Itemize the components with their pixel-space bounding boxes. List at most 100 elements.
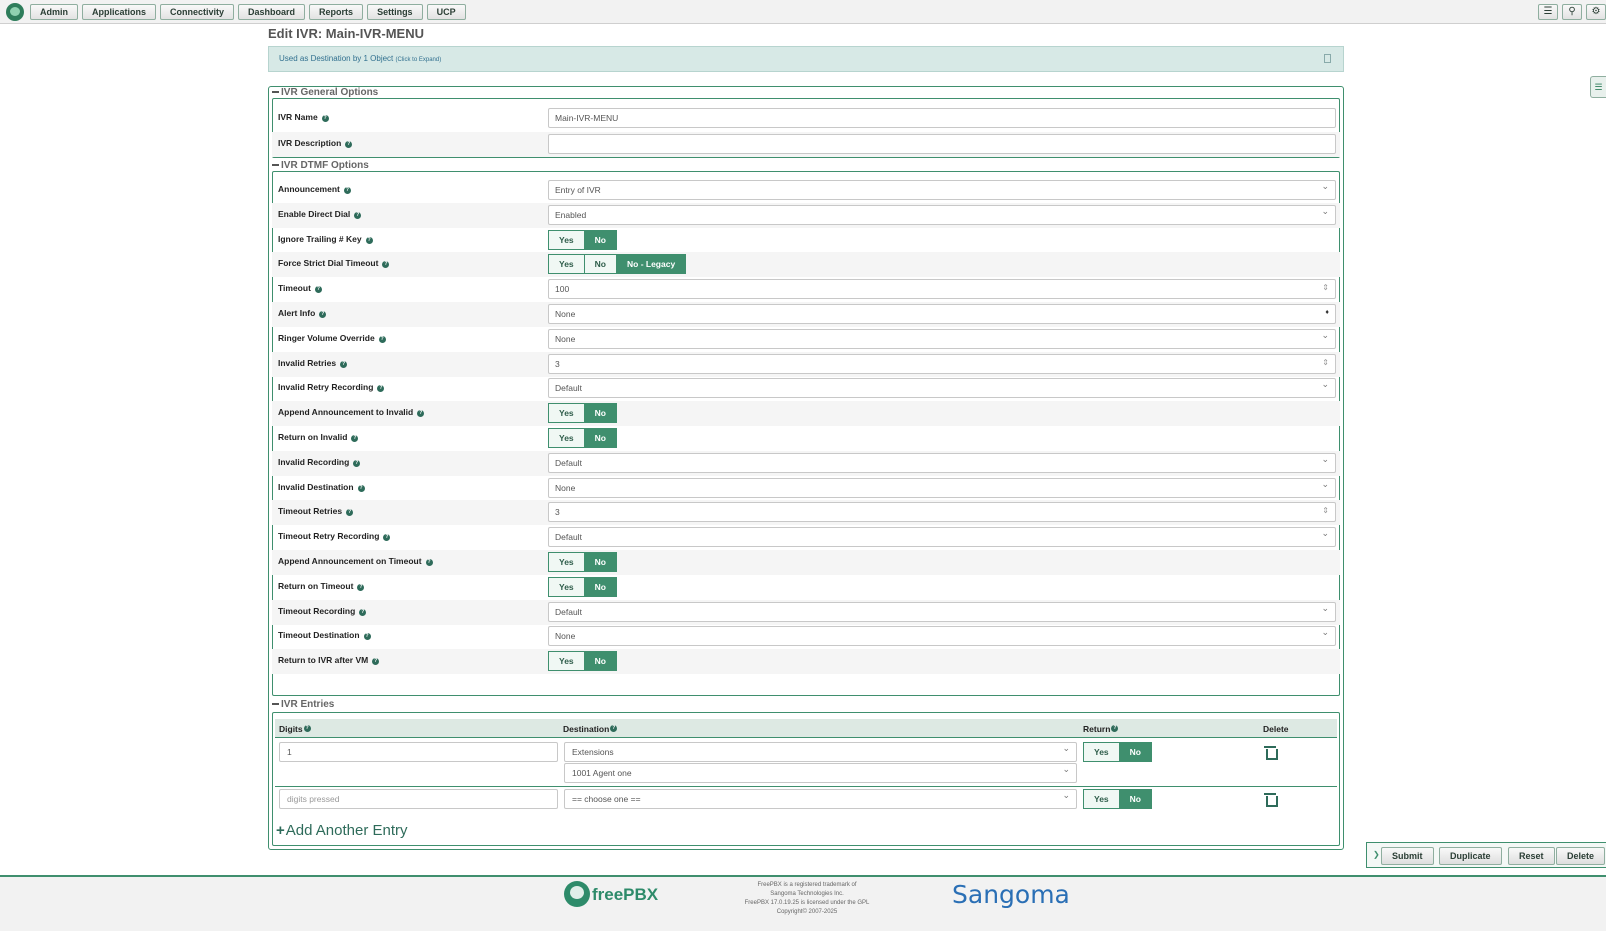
help-icon[interactable]: ?: [363, 633, 371, 640]
return-on-timeout-toggle[interactable]: Yes No: [548, 577, 617, 597]
submit-button[interactable]: Submit: [1381, 847, 1434, 865]
language-icon[interactable]: ☰: [1538, 4, 1558, 20]
help-icon[interactable]: ?: [354, 212, 362, 219]
reset-button[interactable]: Reset: [1508, 847, 1555, 865]
section-dtmf-options[interactable]: IVR DTMF Options: [272, 160, 371, 171]
timeout-input[interactable]: 100: [548, 279, 1336, 299]
help-icon[interactable]: ?: [351, 435, 359, 442]
invalid-retries-input[interactable]: 3: [548, 354, 1336, 374]
toggle-option-no-legacy[interactable]: No - Legacy: [617, 254, 687, 274]
help-icon[interactable]: ?: [417, 410, 425, 417]
help-icon[interactable]: ?: [357, 485, 365, 492]
menu-admin[interactable]: Admin: [30, 4, 78, 20]
freepbx-logo-icon[interactable]: [6, 3, 24, 21]
enable-direct-dial-select[interactable]: Enabled: [548, 205, 1336, 225]
add-entry-link[interactable]: +Add Another Entry: [276, 822, 408, 839]
return-yes[interactable]: Yes: [1083, 742, 1120, 762]
menu-ucp[interactable]: UCP: [426, 4, 466, 20]
ignore-trailing-key-toggle[interactable]: Yes No: [548, 230, 617, 250]
menu-applications[interactable]: Applications: [82, 4, 157, 20]
entry-destination-select[interactable]: Extensions: [564, 742, 1077, 762]
destination-usage-bar[interactable]: Used as Destination by 1 Object (Click t…: [268, 46, 1344, 72]
entry-subdestination-select[interactable]: 1001 Agent one: [564, 763, 1077, 783]
sangoma-logo[interactable]: Sangoma: [952, 880, 1070, 909]
timeout-retry-recording-select[interactable]: Default: [548, 527, 1336, 547]
help-icon[interactable]: ?: [359, 609, 367, 616]
toggle-option-yes[interactable]: Yes: [548, 254, 585, 274]
invalid-recording-select[interactable]: Default: [548, 453, 1336, 473]
return-to-ivr-after-vm-toggle[interactable]: Yes No: [548, 651, 617, 671]
help-icon[interactable]: ?: [425, 559, 433, 566]
toggle-option-no[interactable]: No: [584, 428, 617, 448]
toggle-option-yes[interactable]: Yes: [548, 552, 585, 572]
return-no[interactable]: No: [1119, 742, 1152, 762]
help-icon[interactable]: ?: [303, 725, 311, 732]
invalid-destination-select[interactable]: None: [548, 478, 1336, 498]
toggle-option-yes[interactable]: Yes: [548, 651, 585, 671]
menu-reports[interactable]: Reports: [309, 4, 364, 20]
toggle-option-no[interactable]: No: [584, 254, 617, 274]
ivr-description-input[interactable]: [548, 134, 1336, 154]
help-icon[interactable]: ?: [610, 725, 618, 732]
return-yes[interactable]: Yes: [1083, 789, 1120, 809]
help-icon[interactable]: ?: [346, 509, 354, 516]
ringer-volume-override-select[interactable]: None: [548, 329, 1336, 349]
append-announcement-to-invalid-toggle[interactable]: Yes No: [548, 403, 617, 423]
force-strict-dial-timeout-toggle[interactable]: Yes No No - Legacy: [548, 254, 687, 274]
toggle-option-no[interactable]: No: [584, 230, 617, 250]
trash-icon[interactable]: [1264, 791, 1278, 807]
toggle-option-no[interactable]: No: [584, 403, 617, 423]
help-icon[interactable]: ?: [357, 584, 365, 591]
chevron-right-icon[interactable]: ❯: [1373, 850, 1380, 859]
gear-icon[interactable]: ⚙: [1586, 4, 1606, 20]
help-icon[interactable]: ?: [353, 460, 361, 467]
help-icon[interactable]: ?: [377, 385, 385, 392]
trash-icon[interactable]: [1264, 744, 1278, 760]
alert-info-select[interactable]: None: [548, 304, 1336, 324]
return-no[interactable]: No: [1119, 789, 1152, 809]
toggle-option-yes[interactable]: Yes: [548, 577, 585, 597]
toggle-option-yes[interactable]: Yes: [548, 403, 585, 423]
entry-destination-select[interactable]: == choose one ==: [564, 789, 1077, 809]
section-general-options[interactable]: IVR General Options: [272, 87, 381, 98]
help-icon[interactable]: ?: [383, 534, 391, 541]
help-icon[interactable]: ?: [365, 237, 373, 244]
toggle-option-yes[interactable]: Yes: [548, 428, 585, 448]
invalid-retry-recording-select[interactable]: Default: [548, 378, 1336, 398]
timeout-destination-select[interactable]: None: [548, 626, 1336, 646]
toggle-option-no[interactable]: No: [584, 651, 617, 671]
help-icon[interactable]: ?: [378, 336, 386, 343]
entry-digits-input[interactable]: 1: [279, 742, 558, 762]
help-icon[interactable]: ?: [314, 286, 322, 293]
help-icon[interactable]: ?: [321, 115, 329, 122]
freepbx-footer-logo[interactable]: freePBX: [564, 881, 674, 909]
entry-return-toggle[interactable]: Yes No: [1083, 789, 1152, 809]
toggle-option-yes[interactable]: Yes: [548, 230, 585, 250]
timeout-recording-select[interactable]: Default: [548, 602, 1336, 622]
menu-settings[interactable]: Settings: [367, 4, 423, 20]
search-icon[interactable]: ⚲: [1562, 4, 1582, 20]
entry-return-toggle[interactable]: Yes No: [1083, 742, 1152, 762]
append-announcement-on-timeout-toggle[interactable]: Yes No: [548, 552, 617, 572]
help-icon[interactable]: ?: [340, 361, 348, 368]
timeout-retries-input[interactable]: 3: [548, 502, 1336, 522]
help-icon[interactable]: ?: [1111, 725, 1119, 732]
sidebar-toggle-icon[interactable]: ☰: [1590, 76, 1606, 98]
return-on-invalid-toggle[interactable]: Yes No: [548, 428, 617, 448]
menu-dashboard[interactable]: Dashboard: [238, 4, 306, 20]
help-icon[interactable]: ?: [343, 187, 351, 194]
section-ivr-entries[interactable]: IVR Entries: [272, 699, 337, 710]
delete-button[interactable]: Delete: [1556, 847, 1606, 865]
toggle-option-no[interactable]: No: [584, 577, 617, 597]
expand-icon[interactable]: [1324, 54, 1331, 63]
entry-digits-input[interactable]: digits pressed: [279, 789, 558, 809]
help-icon[interactable]: ?: [382, 261, 390, 268]
ivr-name-input[interactable]: Main-IVR-MENU: [548, 108, 1336, 128]
help-icon[interactable]: ?: [345, 141, 353, 148]
duplicate-button[interactable]: Duplicate: [1439, 847, 1502, 865]
help-icon[interactable]: ?: [319, 311, 327, 318]
menu-connectivity[interactable]: Connectivity: [160, 4, 235, 20]
help-icon[interactable]: ?: [372, 658, 380, 665]
announcement-select[interactable]: Entry of IVR: [548, 180, 1336, 200]
toggle-option-no[interactable]: No: [584, 552, 617, 572]
